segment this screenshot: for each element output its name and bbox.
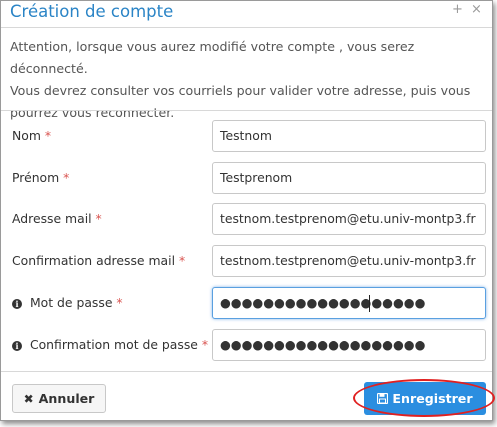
password-confirm-input[interactable]: ●●●●●●●●●●●●●●●●●●●: [212, 329, 486, 361]
password-input[interactable]: ●●●●●●●●●●●●●●●●●●●: [212, 287, 486, 319]
save-button[interactable]: Enregistrer: [364, 382, 486, 415]
plus-icon[interactable]: +: [452, 1, 463, 19]
email-label: Adresse mail *: [12, 211, 102, 226]
prenom-input[interactable]: Testprenom: [212, 162, 486, 194]
field-label-text: Confirmation adresse mail: [12, 253, 176, 268]
nom-input[interactable]: Testnom: [212, 120, 486, 152]
email-confirm-label: Confirmation adresse mail *: [12, 253, 185, 268]
form-row-email-confirm: Confirmation adresse mail * testnom.test…: [1, 245, 492, 277]
required-marker: *: [116, 295, 123, 310]
required-marker: *: [201, 337, 209, 352]
intro-line: Vous devrez consulter vos courriels pour…: [10, 83, 471, 98]
field-label-text: Mot de passe: [29, 295, 113, 310]
dialog-title: Création de compte: [10, 2, 174, 21]
required-marker: *: [44, 128, 52, 143]
cancel-button[interactable]: ✖ Annuler: [12, 384, 106, 413]
nom-label: Nom *: [12, 128, 51, 143]
save-button-label: Enregistrer: [392, 391, 473, 406]
form-row-password: i Mot de passe * ●●●●●●●●●●●●●●●●●●●: [1, 287, 492, 319]
form-row-password-confirm: i Confirmation mot de passe * ●●●●●●●●●●…: [1, 329, 492, 361]
form-row-email: Adresse mail * testnom.testprenom@etu.un…: [1, 203, 492, 235]
form-row-nom: Nom * Testnom: [1, 120, 492, 152]
dialog-header: Création de compte + ×: [1, 1, 492, 27]
field-label-text: Adresse mail: [12, 211, 92, 226]
password-confirm-label: i Confirmation mot de passe *: [12, 337, 208, 352]
required-marker: *: [95, 211, 102, 226]
field-label-text: Nom: [12, 128, 41, 143]
floppy-disk-icon: [377, 393, 389, 404]
required-marker: *: [178, 253, 186, 268]
create-account-dialog: Création de compte + × Attention, lorsqu…: [0, 0, 495, 421]
field-label-text: Prénom: [12, 170, 60, 185]
info-icon[interactable]: i: [12, 341, 22, 351]
email-input[interactable]: testnom.testprenom@etu.univ-montp3.fr: [212, 203, 486, 235]
form-row-prenom: Prénom * Testprenom: [1, 162, 492, 194]
divider: [1, 371, 492, 372]
divider: [1, 27, 492, 28]
required-marker: *: [63, 170, 70, 185]
close-icon[interactable]: ×: [471, 1, 482, 19]
info-icon[interactable]: i: [12, 299, 22, 309]
field-label-text: Confirmation mot de passe: [29, 337, 198, 352]
password-label: i Mot de passe *: [12, 295, 123, 310]
close-icon: ✖: [23, 392, 34, 406]
prenom-label: Prénom *: [12, 170, 69, 185]
cancel-button-label: Annuler: [38, 391, 95, 406]
email-confirm-input[interactable]: testnom.testprenom@etu.univ-montp3.fr: [212, 245, 486, 277]
intro-line: Attention, lorsque vous aurez modifié vo…: [10, 39, 415, 76]
divider: [1, 110, 492, 111]
